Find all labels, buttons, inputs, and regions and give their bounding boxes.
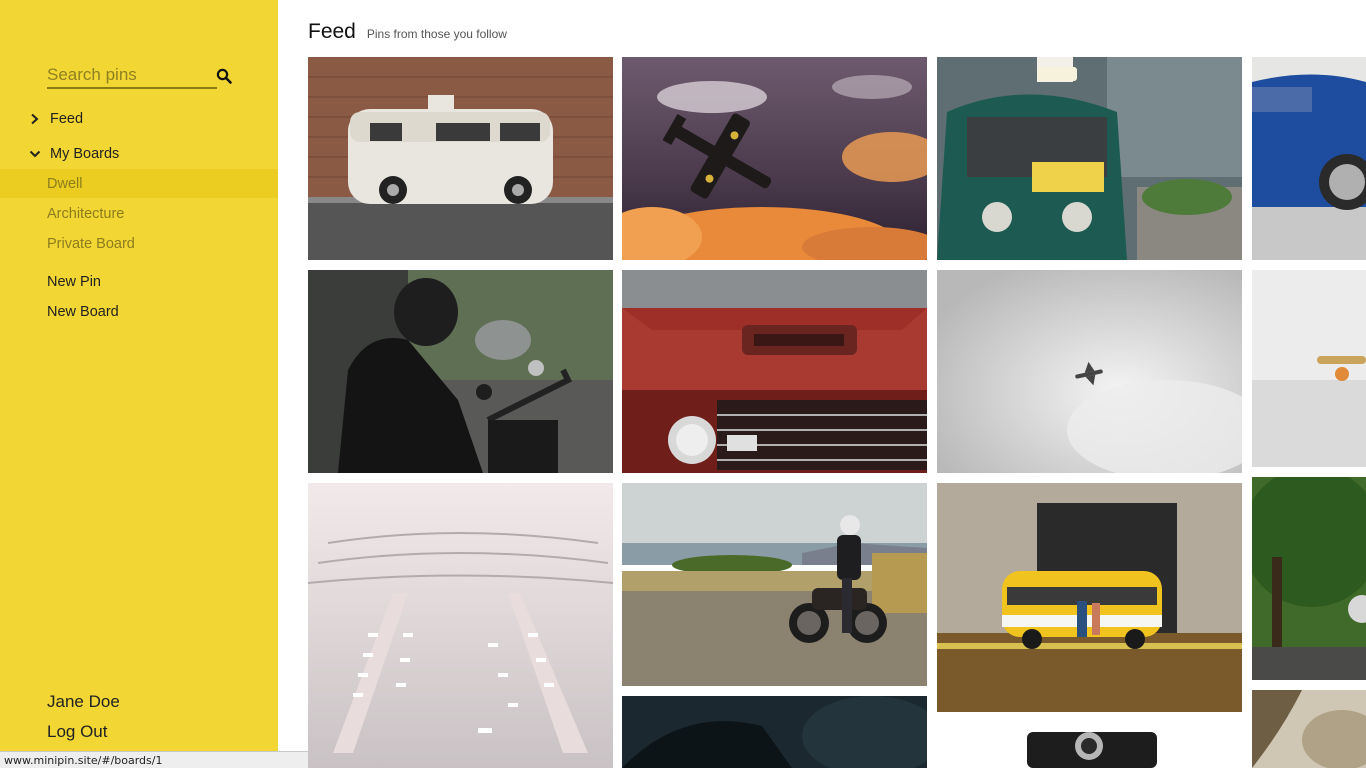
airplane-sunset-photo	[622, 57, 927, 260]
feed-header: Feed Pins from those you follow	[308, 20, 507, 44]
user-name[interactable]: Jane Doe	[47, 692, 120, 712]
page-subtitle: Pins from those you follow	[366, 27, 507, 41]
pin-sepia[interactable]	[1252, 690, 1366, 768]
pin-camera[interactable]	[937, 722, 1242, 768]
pin-airport-aerial[interactable]	[308, 483, 613, 768]
board-item-dwell[interactable]: Dwell	[0, 169, 278, 198]
board-label: Private Board	[47, 235, 135, 252]
yellow-van-photo	[937, 483, 1242, 712]
pin-tuk-tuk-taxi[interactable]	[937, 57, 1242, 260]
pin-blue-car[interactable]	[1252, 57, 1366, 260]
search-box	[47, 63, 217, 89]
chevron-down-icon	[29, 150, 41, 158]
pin-trees-car[interactable]	[1252, 477, 1366, 680]
tuk-tuk-taxi-photo	[937, 57, 1242, 260]
nav-feed[interactable]: Feed	[0, 105, 278, 133]
skateboard-photo	[1252, 270, 1366, 467]
pin-dark-car[interactable]	[622, 696, 927, 768]
motorcycle-rider-photo	[622, 483, 927, 686]
nav-feed-label: Feed	[50, 111, 84, 127]
airport-aerial-photo	[308, 483, 613, 768]
page-title: Feed	[308, 20, 356, 43]
new-pin-link[interactable]: New Pin	[47, 274, 101, 290]
board-label: Dwell	[47, 175, 83, 192]
chevron-right-icon	[31, 113, 39, 125]
pin-skateboard[interactable]	[1252, 270, 1366, 467]
camera-photo	[937, 722, 1242, 768]
trees-car-photo	[1252, 477, 1366, 680]
nav-my-boards-label: My Boards	[50, 146, 120, 162]
search-input[interactable]	[47, 63, 207, 87]
pin-motorcycle-rider[interactable]	[622, 483, 927, 686]
logout-link[interactable]: Log Out	[47, 722, 108, 742]
nav-my-boards[interactable]: My Boards	[0, 140, 278, 168]
dark-car-photo	[622, 696, 927, 768]
plane-in-sky-photo	[937, 270, 1242, 473]
red-truck-photo	[622, 270, 927, 473]
white-van-photo	[308, 57, 613, 260]
search-icon[interactable]	[216, 68, 232, 84]
pin-yellow-van[interactable]	[937, 483, 1242, 712]
new-board-link[interactable]: New Board	[47, 304, 119, 320]
pin-red-truck[interactable]	[622, 270, 927, 473]
pin-motorcyclist[interactable]	[308, 270, 613, 473]
board-item-private-board[interactable]: Private Board	[0, 229, 278, 258]
motorcyclist-photo	[308, 270, 613, 473]
blue-car-photo	[1252, 57, 1366, 260]
pin-white-van[interactable]	[308, 57, 613, 260]
board-item-architecture[interactable]: Architecture	[0, 199, 278, 228]
pin-plane-in-sky[interactable]	[937, 270, 1242, 473]
sepia-photo	[1252, 690, 1366, 768]
sidebar: Feed My Boards Dwell Architecture Privat…	[0, 0, 278, 768]
pin-airplane-sunset[interactable]	[622, 57, 927, 260]
board-label: Architecture	[47, 205, 125, 222]
